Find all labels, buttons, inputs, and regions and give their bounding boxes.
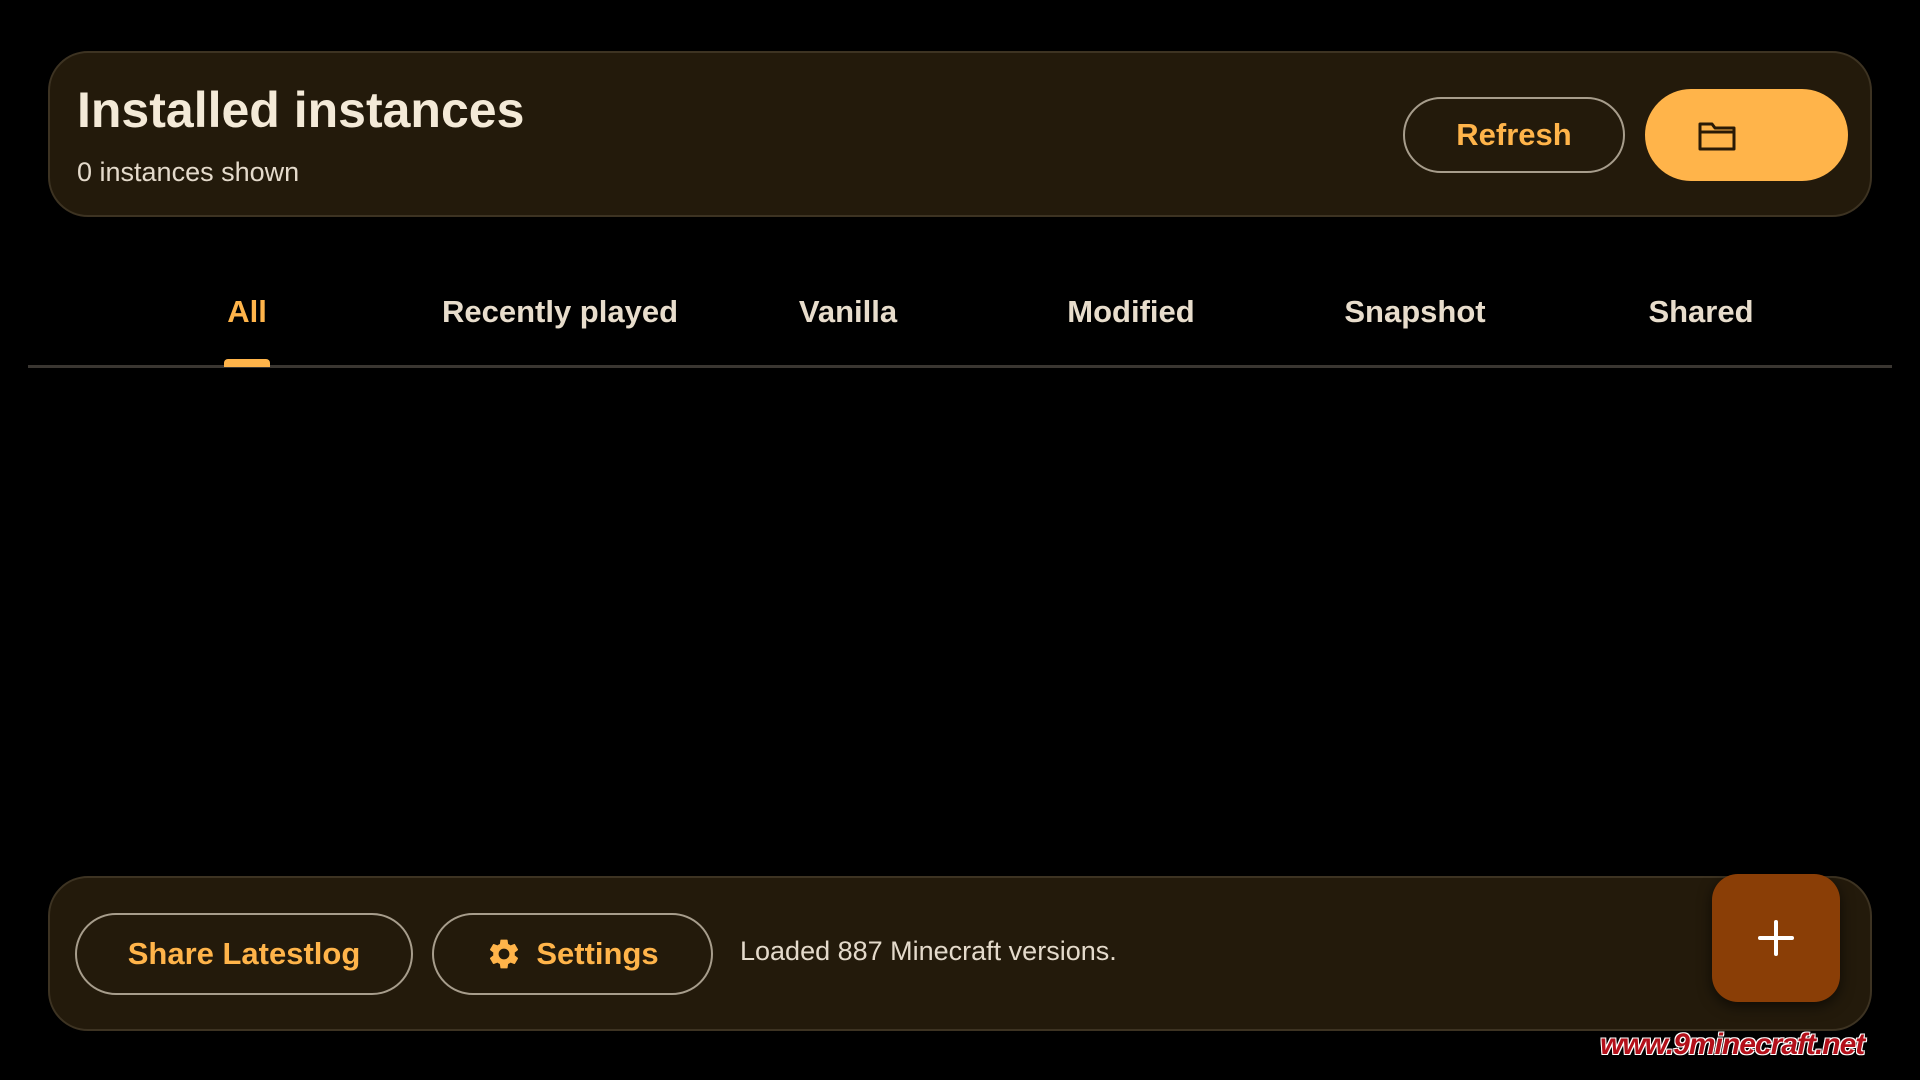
tab-label: Snapshot (1344, 294, 1486, 329)
tab-label: Shared (1648, 294, 1754, 329)
folder-icon (1698, 122, 1736, 151)
tab-snapshot[interactable]: Snapshot (1310, 262, 1520, 365)
active-tab-indicator (224, 359, 270, 367)
plus-icon (1758, 920, 1794, 956)
share-latestlog-label: Share Latestlog (127, 936, 361, 971)
tab-label: All (227, 294, 267, 329)
open-folder-button[interactable] (1645, 89, 1848, 181)
watermark: www.9minecraft.net (1600, 1028, 1865, 1061)
refresh-button[interactable]: Refresh (1403, 97, 1625, 173)
tab-label: Modified (1067, 294, 1195, 329)
tab-bar: All Recently played Vanilla Modified Sna… (28, 262, 1892, 368)
share-latestlog-button[interactable]: Share Latestlog (75, 913, 413, 995)
settings-button[interactable]: Settings (432, 913, 713, 995)
tab-vanilla[interactable]: Vanilla (748, 262, 948, 365)
tab-shared[interactable]: Shared (1598, 262, 1804, 365)
settings-label: Settings (536, 936, 659, 971)
tab-label: Vanilla (798, 294, 898, 329)
status-text: Loaded 887 Minecraft versions. (740, 936, 1117, 966)
tab-recently-played[interactable]: Recently played (410, 262, 710, 365)
tab-label: Recently played (441, 294, 679, 329)
tab-modified[interactable]: Modified (1028, 262, 1234, 365)
instance-count: 0 instances shown (77, 157, 300, 187)
header-card: Installed instances 0 instances shown Re… (48, 51, 1872, 217)
page-title: Installed instances (77, 82, 525, 138)
footer-card: Share Latestlog Settings Loaded 887 Mine… (48, 876, 1872, 1031)
tab-all[interactable]: All (188, 262, 306, 365)
add-instance-button[interactable] (1712, 874, 1840, 1002)
gear-icon (490, 939, 519, 969)
